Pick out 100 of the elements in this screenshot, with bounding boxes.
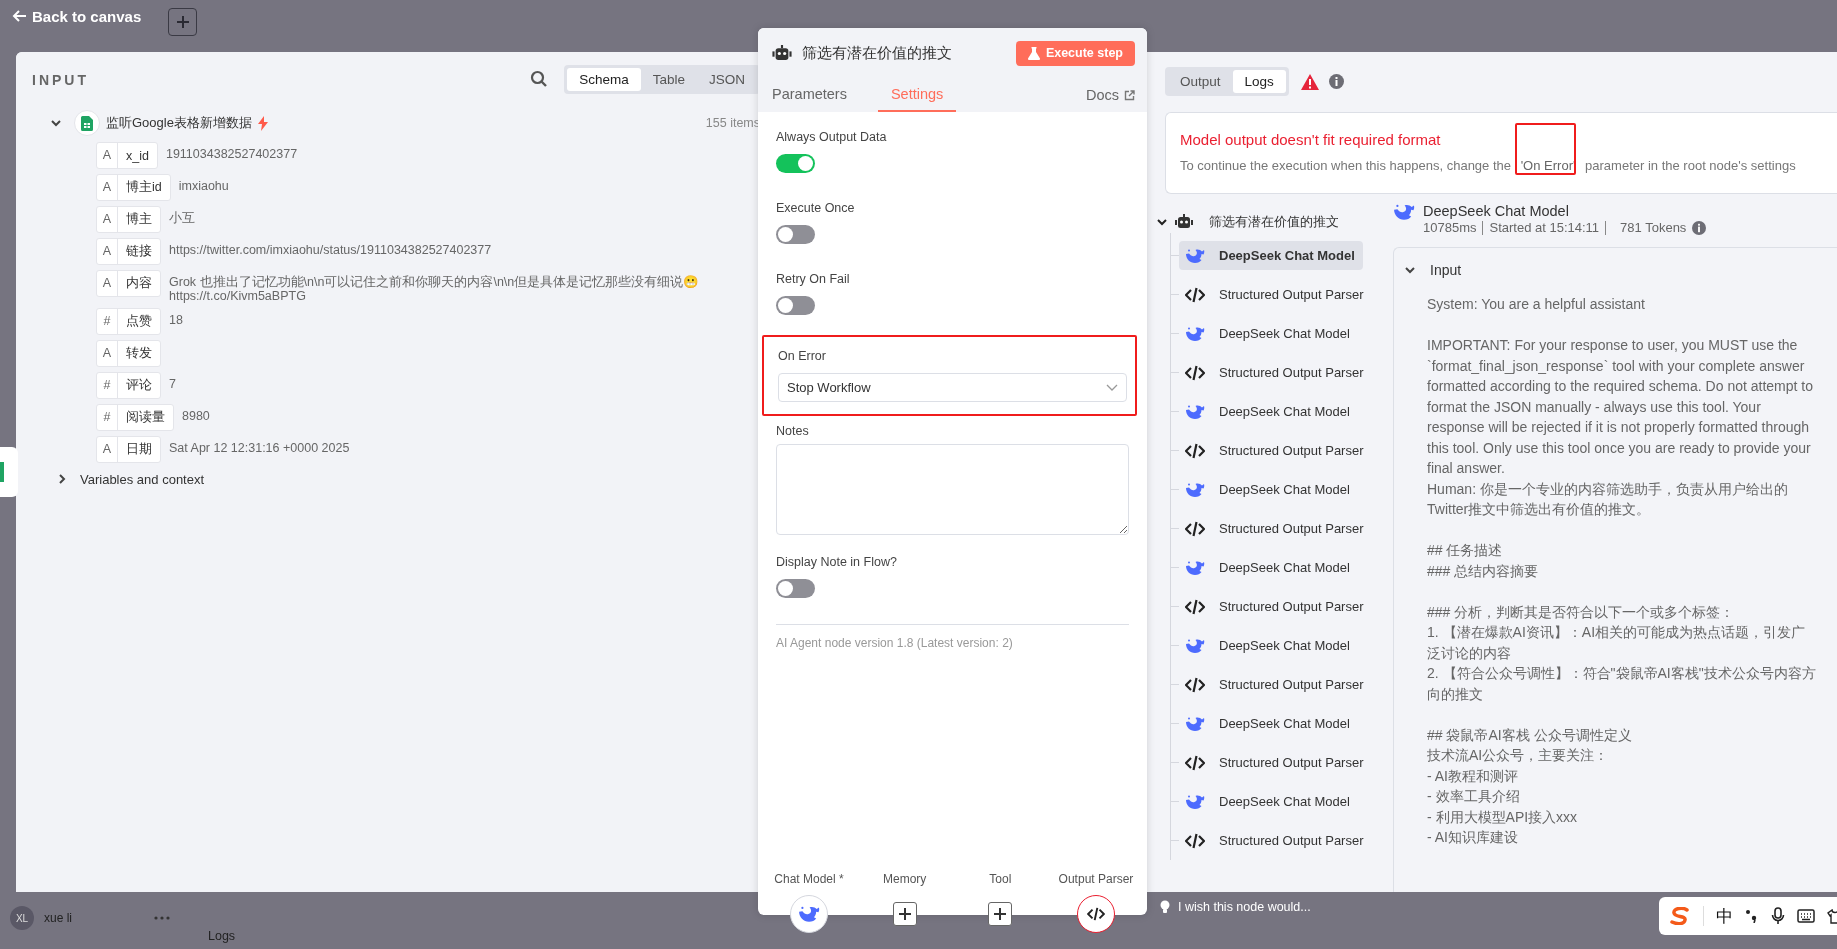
info-icon[interactable] — [1692, 221, 1707, 235]
chevron-icon[interactable] — [1404, 264, 1416, 276]
highlight-frame — [1515, 123, 1576, 175]
field-key: 阅读量 — [118, 408, 173, 426]
prompt-text: 1. 【潜在爆款AI资讯】：AI相关的可能成为热点话题，引发广泛讨论的内容 — [1427, 623, 1807, 663]
code-icon — [1185, 832, 1205, 849]
notes-field[interactable] — [776, 444, 1129, 535]
whale-icon — [1393, 203, 1415, 221]
external-link-icon — [1124, 89, 1135, 101]
chevron-icon[interactable] — [56, 473, 68, 486]
settings-tab[interactable]: Parameters — [772, 86, 860, 112]
setting-label: Always Output Data — [776, 130, 888, 144]
output-parser-connector[interactable] — [1076, 895, 1115, 933]
ime-logo-icon[interactable] — [1669, 907, 1691, 925]
chevron-icon[interactable] — [50, 117, 62, 129]
more-icon[interactable] — [154, 916, 170, 920]
back-to-canvas-link[interactable]: Back to canvas — [12, 7, 142, 25]
add-connection-button[interactable] — [988, 902, 1013, 926]
chevron-icon[interactable] — [1157, 217, 1167, 227]
log-entry[interactable]: DeepSeek Chat Model — [1179, 631, 1358, 660]
feedback-link[interactable]: I wish this node would... — [1178, 900, 1311, 914]
log-entry[interactable]: DeepSeek Chat Model — [1179, 475, 1358, 504]
log-entry[interactable]: Structured Output Parser — [1179, 280, 1372, 309]
prompt-text: - AI知识库建设 — [1427, 828, 1519, 847]
prompt-text: ## 任务描述 — [1427, 541, 1504, 560]
whale-icon — [1185, 637, 1205, 654]
view-tab[interactable]: Output — [1168, 70, 1233, 93]
prompt-text: ### 总结内容摘要 — [1427, 561, 1540, 581]
panel-title: INPUT — [32, 71, 90, 88]
user-name: xue li — [44, 911, 72, 925]
toggle-switch[interactable] — [776, 225, 815, 244]
logs-label[interactable]: Logs — [208, 929, 236, 943]
log-entry[interactable]: DeepSeek Chat Model — [1179, 319, 1358, 348]
code-icon — [1185, 754, 1205, 771]
prompt-text: - AI教程和测评 — [1427, 766, 1519, 786]
setting-label: Notes — [776, 424, 810, 438]
add-connection-button[interactable] — [892, 902, 917, 926]
section-label[interactable]: Input — [1430, 262, 1462, 278]
log-entry[interactable]: Structured Output Parser — [1179, 358, 1372, 387]
microphone-icon[interactable] — [1771, 907, 1785, 925]
start-time-text: Started at 15:14:11 — [1483, 221, 1607, 235]
field-key: 点赞 — [118, 312, 160, 330]
lightbulb-icon — [1160, 900, 1170, 914]
toggle-switch[interactable] — [776, 579, 815, 598]
search-icon[interactable] — [530, 70, 549, 88]
log-entry[interactable]: DeepSeek Chat Model — [1179, 397, 1358, 426]
field-value: Grok 也推出了记忆功能\n\n可以记住之前和你聊天的内容\n\n但是具体是记忆那些没有细说😬 https://t.co/Kivm5aBPTG — [169, 274, 701, 304]
version-note: AI Agent node version 1.8 (Latest version: 2) — [776, 624, 1129, 650]
detail-title: DeepSeek Chat Model — [1423, 203, 1570, 219]
add-button[interactable] — [168, 8, 198, 36]
view-tab[interactable]: Logs — [1232, 70, 1286, 93]
user-avatar[interactable]: XL — [10, 906, 34, 930]
chat-model-connector[interactable] — [790, 895, 828, 933]
setting-label: Execute Once — [776, 201, 856, 215]
log-entry[interactable]: Structured Output Parser — [1179, 826, 1372, 855]
log-entry[interactable]: Structured Output Parser — [1179, 436, 1372, 465]
log-entry[interactable]: Structured Output Parser — [1179, 514, 1372, 543]
field-key: 博主id — [118, 179, 170, 196]
log-entry[interactable]: DeepSeek Chat Model — [1179, 709, 1358, 738]
flask-icon — [1027, 46, 1040, 60]
error-title: Model output doesn't fit required format — [1180, 131, 1442, 148]
node-title: 筛选有潜在价值的推文 — [802, 43, 953, 63]
tree-root-label[interactable]: 筛选有潜在价值的推文 — [1209, 213, 1339, 231]
section-label[interactable]: Variables and context — [80, 471, 205, 487]
view-tab[interactable]: Table — [640, 67, 697, 91]
dropdown-select[interactable]: Stop Workflow — [778, 373, 1127, 402]
connector-label: Memory — [883, 872, 927, 886]
input-mode-toggle[interactable]: 中 — [1716, 904, 1733, 928]
bolt-icon — [257, 115, 268, 131]
keyboard-icon[interactable] — [1797, 909, 1815, 923]
prompt-text: IMPORTANT: For your response to user, you MUST use the `format_final_json_response` tool with your complete answer formatted according to the required schema. Do not attempt to format the JSON manually - always use this tool. Your response will be rejected if it is not properly formatted through this tool. Only use this tool once you are ready to provide your final answer. — [1427, 336, 1814, 478]
log-entry[interactable]: Structured Output Parser — [1179, 592, 1372, 621]
log-entry[interactable]: Structured Output Parser — [1179, 670, 1372, 699]
punctuation-icon[interactable] — [1745, 909, 1759, 923]
docs-link[interactable]: Docs — [1085, 87, 1135, 112]
log-entry[interactable]: DeepSeek Chat Model — [1179, 787, 1358, 816]
plus-icon — [994, 908, 1007, 920]
code-icon — [1185, 676, 1205, 693]
field-value: https://twitter.com/imxiaohu/status/1911034382527402377 — [169, 242, 492, 258]
prompt-text: System: You are a helpful assistant — [1427, 295, 1646, 314]
warning-icon — [1300, 73, 1319, 90]
log-entry[interactable]: DeepSeek Chat Model — [1179, 553, 1358, 582]
duration-text: 10785ms — [1423, 221, 1484, 235]
node-name: 监听Google表格新增数据 — [106, 114, 252, 132]
toggle-switch[interactable] — [776, 296, 815, 315]
log-entry[interactable]: Structured Output Parser — [1179, 748, 1372, 777]
robot-icon — [1175, 214, 1193, 230]
arrow-left-icon — [12, 8, 28, 24]
view-tab[interactable]: JSON — [697, 67, 757, 91]
plus-icon — [898, 908, 911, 920]
info-icon[interactable] — [1328, 74, 1344, 89]
toggle-switch[interactable] — [776, 154, 815, 173]
field-key: x_id — [118, 148, 157, 163]
connector-label: Output Parser — [1058, 872, 1134, 886]
view-tab[interactable]: Schema — [567, 67, 641, 91]
code-icon — [1185, 598, 1205, 615]
field-value: imxiaohu — [178, 178, 229, 194]
prompt-text: 2. 【符合公众号调性】：符合"袋鼠帝AI客栈"技术公众号内容方向的推文 — [1427, 664, 1817, 704]
field-key: 博主 — [118, 211, 160, 228]
log-entry[interactable]: DeepSeek Chat Model — [1179, 241, 1363, 270]
